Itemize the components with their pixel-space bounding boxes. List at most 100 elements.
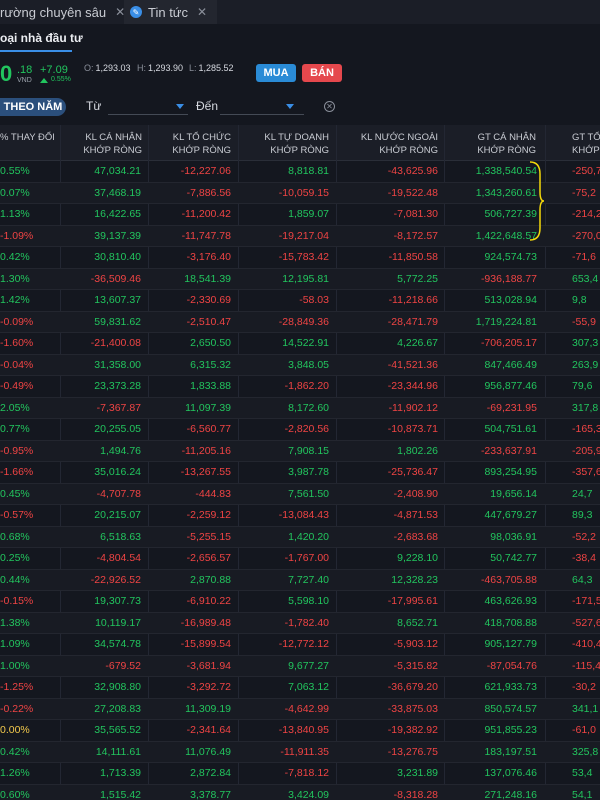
table-row[interactable]: 1.42% 13,607.37 -2,330.69 -58.03 -11,218.66 5… bbox=[0, 290, 600, 312]
proprietary-volume-cell: 12,195.81 bbox=[282, 272, 329, 285]
institution-value-cell: 263,9 bbox=[572, 358, 599, 371]
table-row[interactable]: -1.25% 32,908.80 -3,292.72 7,063.12 -36,679.… bbox=[0, 677, 600, 699]
header-institution-volume[interactable]: KL TỔ CHỨC KHỚP RÒNG bbox=[150, 131, 231, 157]
foreign-volume-cell: -10,873.71 bbox=[387, 423, 438, 435]
institution-volume-cell: -16,989.48 bbox=[180, 616, 231, 629]
table-row[interactable]: -0.15% 19,307.73 -6,910.22 5,598.10 -17,995.… bbox=[0, 591, 600, 613]
institution-value-cell: 79,6 bbox=[572, 380, 593, 392]
foreign-volume-cell: -7,081.30 bbox=[393, 208, 438, 220]
to-date-field[interactable] bbox=[220, 114, 304, 115]
proprietary-volume-cell: -12,772.12 bbox=[278, 638, 329, 650]
high-price: H: 1,293.90 bbox=[137, 63, 184, 73]
institution-volume-cell: -2,341.64 bbox=[186, 724, 231, 736]
individual-value-cell: 905,127.79 bbox=[484, 638, 537, 650]
table-row[interactable]: 0.25% -4,804.54 -2,656.57 -1,767.00 9,228.10… bbox=[0, 548, 600, 570]
table-row[interactable]: -0.04% 31,358.00 6,315.32 3,848.05 -41,521.3… bbox=[0, 354, 600, 376]
foreign-volume-cell: -13,276.75 bbox=[387, 745, 438, 758]
individual-volume-cell: 32,908.80 bbox=[94, 681, 141, 693]
header-institution-value[interactable]: GT TỔ KHỚP bbox=[572, 131, 600, 157]
table-row[interactable]: 0.60% 1,515.42 3,378.77 3,424.09 -8,318.28 27… bbox=[0, 784, 600, 800]
sell-button[interactable]: BÁN bbox=[302, 64, 342, 82]
foreign-volume-cell: -8,172.57 bbox=[393, 229, 438, 242]
close-icon[interactable]: ✕ bbox=[197, 5, 207, 19]
table-row[interactable]: 1.09% 34,574.78 -15,899.54 -12,772.12 -5,903… bbox=[0, 634, 600, 656]
table-row[interactable]: 1.26% 1,713.39 2,872.84 -7,818.12 3,231.89 13… bbox=[0, 763, 600, 785]
proprietary-volume-cell: 7,063.12 bbox=[288, 681, 329, 693]
institution-volume-cell: -444.83 bbox=[195, 487, 231, 500]
proprietary-volume-cell: 8,818.81 bbox=[288, 165, 329, 177]
institution-volume-cell: -2,510.47 bbox=[186, 315, 231, 328]
institution-volume-cell: 2,650.50 bbox=[190, 337, 231, 349]
table-row[interactable]: -1.09% 39,137.39 -11,747.78 -19,217.04 -8,17… bbox=[0, 225, 600, 247]
clear-filter-icon[interactable]: ✕ bbox=[324, 101, 335, 112]
individual-volume-cell: 1,713.39 bbox=[100, 767, 141, 779]
institution-volume-cell: 11,076.49 bbox=[185, 745, 231, 758]
individual-volume-cell: 31,358.00 bbox=[94, 358, 141, 371]
change-percent-cell: 0.25% bbox=[0, 552, 30, 564]
header-foreign-volume[interactable]: KL NƯỚC NGOÀI KHỚP RÒNG bbox=[338, 131, 438, 157]
table-row[interactable]: 0.42% 14,111.61 11,076.49 -11,911.35 -13,276… bbox=[0, 741, 600, 763]
table-row[interactable]: 1.13% 16,422.65 -11,200.42 1,859.07 -7,081.3… bbox=[0, 204, 600, 226]
table-row[interactable]: 0.45% -4,707.78 -444.83 7,561.50 -2,408.90 19… bbox=[0, 483, 600, 505]
change-percent-cell: 0.42% bbox=[0, 745, 30, 758]
change-percent-cell: 0.00% bbox=[0, 724, 30, 736]
table-row[interactable]: 0.77% 20,255.05 -6,560.77 -2,820.56 -10,873.… bbox=[0, 419, 600, 441]
table-row[interactable]: 1.38% 10,119.17 -16,989.48 -1,782.40 8,652.7… bbox=[0, 612, 600, 634]
table-row[interactable]: -0.57% 20,215.07 -2,259.12 -13,084.43 -4,871… bbox=[0, 505, 600, 527]
table-row[interactable]: -0.49% 23,373.28 1,833.88 -1,862.20 -23,344.… bbox=[0, 376, 600, 398]
foreign-volume-cell: 5,772.25 bbox=[397, 272, 438, 285]
individual-volume-cell: 1,515.42 bbox=[100, 788, 141, 800]
proprietary-volume-cell: 1,859.07 bbox=[288, 208, 329, 220]
buy-button[interactable]: MUA bbox=[256, 64, 296, 82]
table-row[interactable]: 0.42% 30,810.40 -3,176.40 -15,783.42 -11,850… bbox=[0, 247, 600, 269]
change-percent-cell: 0.42% bbox=[0, 251, 30, 263]
table-row[interactable]: -1.60% -21,400.08 2,650.50 14,522.91 4,226.6… bbox=[0, 333, 600, 355]
institution-volume-cell: -2,656.57 bbox=[186, 552, 231, 564]
change-percent-cell: 1.42% bbox=[0, 294, 30, 306]
tab-market-analysis[interactable]: rường chuyên sâu ✕ bbox=[0, 0, 125, 24]
table-row[interactable]: 0.00% 35,565.52 -2,341.64 -13,840.95 -19,382… bbox=[0, 720, 600, 742]
change-percent-cell: 1.26% bbox=[0, 767, 30, 779]
chevron-down-icon[interactable] bbox=[286, 104, 294, 109]
proprietary-volume-cell: -13,084.43 bbox=[278, 509, 329, 521]
institution-value-cell: 653,4 bbox=[572, 272, 599, 285]
section-title[interactable]: oại nhà đầu tư bbox=[0, 31, 83, 45]
institution-value-cell: -214,2 bbox=[572, 208, 600, 220]
period-filter-button[interactable]: THEO NĂM bbox=[0, 98, 66, 116]
table-row[interactable]: 0.68% 6,518.63 -5,255.15 1,420.20 -2,683.68 9… bbox=[0, 526, 600, 548]
header-individual-volume[interactable]: KL CÁ NHÂN KHỚP RÒNG bbox=[62, 131, 142, 157]
chevron-down-icon[interactable] bbox=[176, 104, 184, 109]
individual-value-cell: 847,466.49 bbox=[484, 358, 537, 371]
table-row[interactable]: 0.44% -22,926.52 2,870.88 7,727.40 12,328.23… bbox=[0, 569, 600, 591]
header-change-percent[interactable]: % THAY ĐỔI bbox=[0, 131, 60, 144]
table-row[interactable]: 1.30% -36,509.46 18,541.39 12,195.81 5,772.2… bbox=[0, 268, 600, 290]
foreign-volume-cell: -5,903.12 bbox=[393, 638, 438, 650]
individual-volume-cell: 10,119.17 bbox=[95, 616, 141, 629]
proprietary-volume-cell: 3,424.09 bbox=[288, 788, 329, 800]
header-proprietary-volume[interactable]: KL TỰ DOANH KHỚP RÒNG bbox=[240, 131, 329, 157]
tab-news[interactable]: ✎ Tin tức ✕ bbox=[124, 0, 218, 24]
table-row[interactable]: -0.22% 27,208.83 11,309.19 -4,642.99 -33,875… bbox=[0, 698, 600, 720]
institution-value-cell: 54,1 bbox=[572, 788, 593, 800]
table-row[interactable]: -0.09% 59,831.62 -2,510.47 -28,849.36 -28,47… bbox=[0, 311, 600, 333]
foreign-volume-cell: -43,625.96 bbox=[387, 165, 438, 177]
table-row[interactable]: -0.95% 1,494.76 -11,205.16 7,908.15 1,802.26… bbox=[0, 440, 600, 462]
table-row[interactable]: 0.55% 47,034.21 -12,227.06 8,818.81 -43,625.… bbox=[0, 161, 600, 183]
table-row[interactable]: -1.66% 35,016.24 -13,267.55 3,987.78 -25,736… bbox=[0, 462, 600, 484]
individual-value-cell: 271,248.16 bbox=[484, 788, 537, 800]
change-percent-cell: 0.44% bbox=[0, 573, 30, 586]
table-row[interactable]: 0.07% 37,468.19 -7,886.56 -10,059.15 -19,522… bbox=[0, 182, 600, 204]
index-price: 0 bbox=[0, 61, 13, 86]
foreign-volume-cell: -8,318.28 bbox=[393, 788, 438, 800]
foreign-volume-cell: -36,679.20 bbox=[387, 681, 438, 693]
change-percent-cell: -1.60% bbox=[0, 337, 34, 349]
from-date-label: Từ bbox=[86, 99, 102, 113]
header-individual-value[interactable]: GT CÁ NHÂN KHỚP RÒNG bbox=[446, 131, 536, 157]
institution-volume-cell: 2,870.88 bbox=[190, 573, 231, 586]
foreign-volume-cell: 4,226.67 bbox=[397, 337, 438, 349]
proprietary-volume-cell: -1,782.40 bbox=[284, 616, 329, 629]
table-row[interactable]: 2.05% -7,367.87 11,097.39 8,172.60 -11,902.1… bbox=[0, 397, 600, 419]
table-row[interactable]: 1.00% -679.52 -3,681.94 9,677.27 -5,315.82 -8… bbox=[0, 655, 600, 677]
change-percent-cell: 0.60% bbox=[0, 788, 30, 800]
from-date-field[interactable] bbox=[108, 114, 188, 115]
